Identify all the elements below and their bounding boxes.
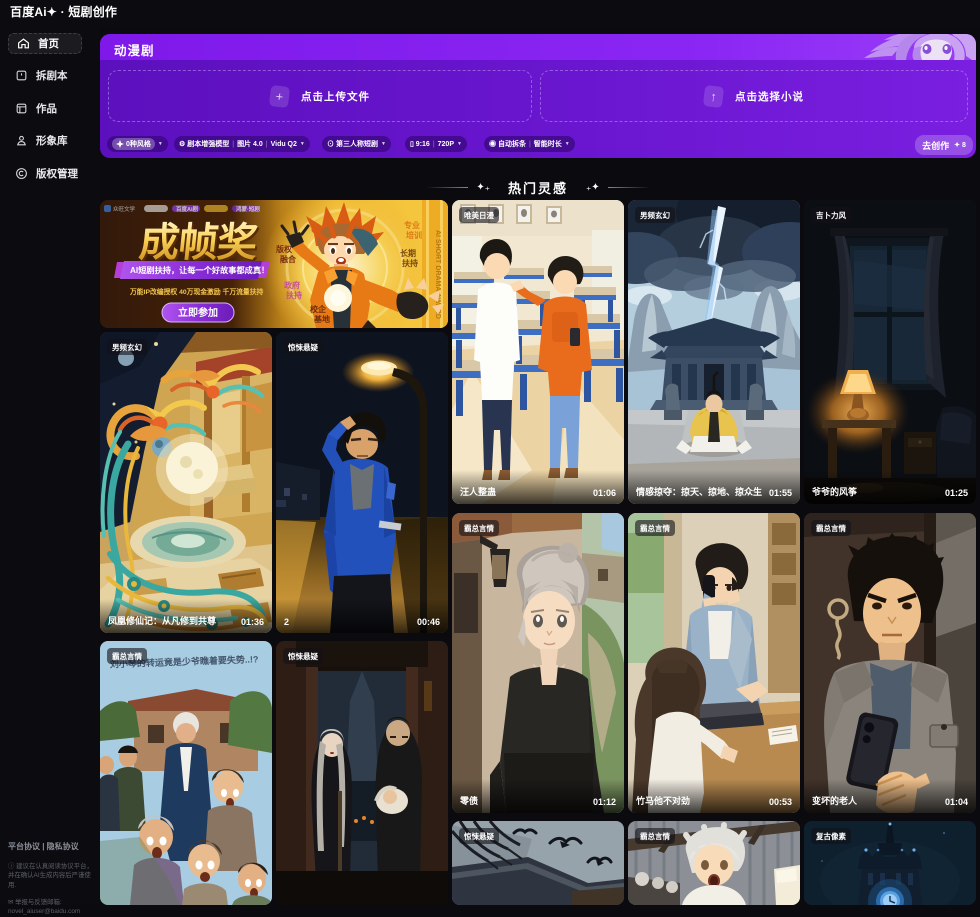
svg-text:立即参加: 立即参加 [178,306,218,319]
svg-text:校企: 校企 [310,304,327,314]
svg-text:鸿蒙·短剧: 鸿蒙·短剧 [236,205,260,213]
svg-text:培训: 培训 [406,230,422,240]
svg-text:版权: 版权 [275,244,293,254]
svg-text:长期: 长期 [400,248,416,258]
svg-text:万能IP改编授权 40万现金激励 千万流量扶持: 万能IP改编授权 40万现金激励 千万流量扶持 [129,287,264,296]
svg-text:扶持: 扶持 [402,258,418,268]
svg-text:众旺文学: 众旺文学 [113,205,136,213]
svg-text:AI短剧扶持，让每一个好故事都成真！: AI短剧扶持，让每一个好故事都成真！ [130,265,269,275]
svg-text:成帧奖: 成帧奖 [137,221,260,265]
svg-text:政府: 政府 [284,280,300,290]
svg-text:融合: 融合 [280,254,297,264]
svg-text:专业: 专业 [404,220,420,230]
svg-text:扶持: 扶持 [286,290,302,300]
svg-text:基地: 基地 [313,314,330,324]
svg-text:百度Ai剧: 百度Ai剧 [176,205,199,213]
